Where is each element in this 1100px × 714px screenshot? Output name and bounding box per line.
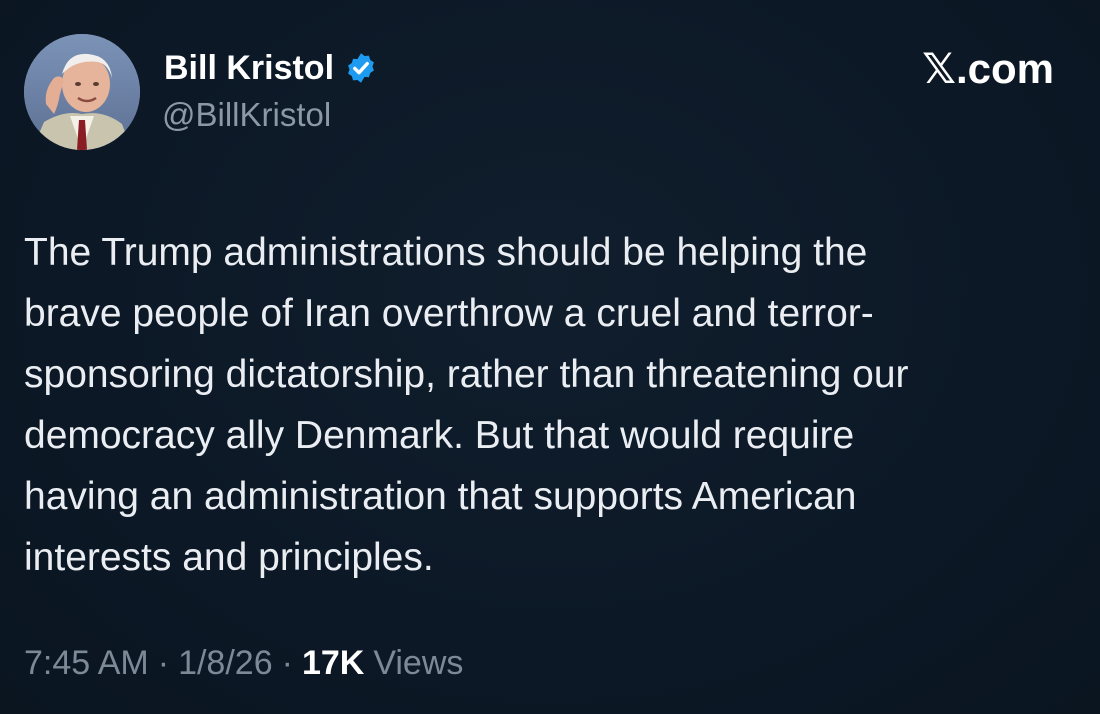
meta-separator: · (281, 644, 293, 682)
author-handle[interactable]: @BillKristol (162, 96, 331, 134)
tweet-card: Bill Kristol @BillKristol 𝕏.com The Trum… (0, 0, 1100, 714)
verified-badge-icon (348, 53, 374, 83)
meta-separator: · (157, 644, 170, 682)
tweet-time[interactable]: 7:45 AM (24, 644, 149, 683)
tweet-meta: 7:45 AM · 1/8/26 · 17K Views (24, 644, 463, 683)
views-label: Views (373, 644, 464, 682)
x-brand-logo: 𝕏.com (922, 45, 1054, 92)
author-name-row: Bill Kristol (164, 46, 378, 90)
author-display-name[interactable]: Bill Kristol (164, 49, 334, 88)
views-count[interactable]: 17K (302, 644, 364, 683)
avatar-photo (24, 34, 140, 150)
tweet-text: The Trump administrations should be help… (24, 231, 909, 579)
avatar[interactable] (24, 34, 140, 150)
tweet-date[interactable]: 1/8/26 (178, 644, 273, 683)
